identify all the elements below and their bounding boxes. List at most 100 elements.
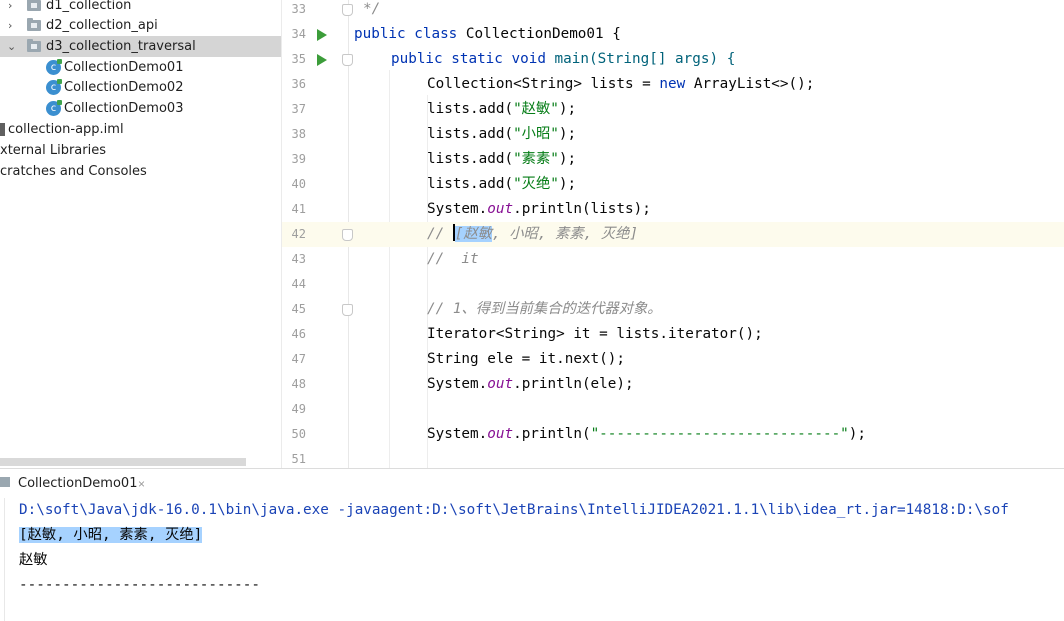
tree-item-d3-collection-traversal[interactable]: ⌄ d3_collection_traversal [0,36,281,57]
code-text: lists.add("小昭"); [427,126,577,142]
tree-item-d2-collection-api[interactable]: › d2_collection_api [0,15,281,36]
chevron-right-icon[interactable]: › [8,0,12,16]
code-text: System.out.println("--------------------… [427,426,867,442]
console-output[interactable]: D:\soft\Java\jdk-16.0.1\bin\java.exe -ja… [4,498,1064,621]
line-number: 35 [291,52,306,66]
tree-item-label: CollectionDemo03 [64,101,184,116]
tree-item-d1-collection[interactable]: › d1_collection [0,0,281,16]
folder-icon [27,18,41,31]
tree-item-label: d2_collection_api [46,18,158,33]
tree-item-label: cratches and Consoles [0,164,147,179]
line-number: 42 [291,227,306,241]
code-text: */ [363,1,381,17]
line-number: 33 [291,2,306,16]
line-number: 50 [291,427,306,441]
line-number: 40 [291,177,306,191]
tree-item-label: xternal Libraries [0,143,106,158]
line-number: 44 [291,277,306,291]
fold-marker-icon[interactable] [342,4,353,16]
code-text: lists.add("灭绝"); [427,176,577,192]
code-text: lists.add("素素"); [427,151,577,167]
code-line: 36 Collection<String> lists = new ArrayL… [282,72,1064,97]
code-text: // it [427,251,479,267]
run-icon[interactable] [317,29,327,41]
horizontal-scrollbar[interactable] [0,458,246,466]
code-text: System.out.println(lists); [427,201,651,217]
tree-item-label: CollectionDemo02 [64,80,184,95]
code-line: 50 System.out.println("-----------------… [282,422,1064,447]
java-class-icon: c [46,100,62,116]
code-line: 34 public class CollectionDemo01 { [282,22,1064,47]
tab-label: CollectionDemo01 [18,476,138,491]
code-line: 49 [282,397,1064,422]
run-console-panel: CollectionDemo01 × D:\soft\Java\jdk-16.0… [0,468,1064,621]
line-number: 43 [291,252,306,266]
code-text: // [赵敏, 小昭, 素素, 灭绝] [427,224,639,242]
code-text: public static void main(String[] args) { [391,51,736,67]
code-line: 45 // 1、得到当前集合的迭代器对象。 [282,297,1064,322]
folder-icon [27,0,41,11]
tree-item-label: d3_collection_traversal [46,39,196,54]
tree-item-label: collection-app.iml [8,122,124,137]
code-text: lists.add("赵敏"); [427,101,577,117]
project-tree: › d1_collection › d2_collection_api ⌄ d3… [0,0,281,468]
close-icon[interactable]: × [138,469,145,499]
code-line: 38 lists.add("小昭"); [282,122,1064,147]
chevron-down-icon[interactable]: ⌄ [7,36,16,57]
tree-item-label: d1_collection [46,0,132,13]
java-class-icon: c [46,59,62,75]
tree-item-external-libraries[interactable]: xternal Libraries [0,140,281,161]
fold-marker-icon[interactable] [342,229,353,241]
code-line: 43 // it [282,247,1064,272]
code-line: 41 System.out.println(lists); [282,197,1064,222]
code-text: Collection<String> lists = new ArrayList… [427,76,815,92]
fold-marker-icon[interactable] [342,304,353,316]
line-number: 48 [291,377,306,391]
code-line: 33 */ [282,0,1064,22]
code-text: System.out.println(ele); [427,376,634,392]
console-output-line: ---------------------------- [19,577,261,593]
run-icon[interactable] [317,54,327,66]
console-command-line: D:\soft\Java\jdk-16.0.1\bin\java.exe -ja… [19,502,1009,518]
code-editor[interactable]: 33 */ 34 public class CollectionDemo01 {… [281,0,1064,468]
tree-item-collectiondemo03[interactable]: c CollectionDemo03 [0,98,281,119]
tree-item-collectiondemo02[interactable]: c CollectionDemo02 [0,77,281,98]
line-number: 47 [291,352,306,366]
line-number: 46 [291,327,306,341]
line-number: 39 [291,152,306,166]
code-line: 48 System.out.println(ele); [282,372,1064,397]
java-class-icon: c [46,79,62,95]
line-number: 45 [291,302,306,316]
code-text: // 1、得到当前集合的迭代器对象。 [427,301,662,317]
line-number: 34 [291,27,306,41]
text-selection: [赵敏, 小昭, 素素, 灭绝] [19,527,203,543]
tree-item-label: CollectionDemo01 [64,60,184,75]
fold-marker-icon[interactable] [342,54,353,66]
folder-icon [27,39,41,52]
code-line-current: 42 // [赵敏, 小昭, 素素, 灭绝] [282,222,1064,247]
console-output-line: [赵敏, 小昭, 素素, 灭绝] [19,523,203,547]
code-text: public class CollectionDemo01 { [354,26,621,42]
code-line: 40 lists.add("灭绝"); [282,172,1064,197]
iml-file-icon [0,123,5,136]
run-config-icon [0,477,10,487]
code-text: String ele = it.next(); [427,351,625,367]
code-line: 47 String ele = it.next(); [282,347,1064,372]
tree-item-collectiondemo01[interactable]: c CollectionDemo01 [0,57,281,78]
line-number: 36 [291,77,306,91]
code-line: 39 lists.add("素素"); [282,147,1064,172]
line-number: 38 [291,127,306,141]
tree-item-collection-app-iml[interactable]: collection-app.iml [0,119,281,140]
console-output-line: 赵敏 [19,552,48,568]
tree-item-scratches-and-consoles[interactable]: cratches and Consoles [0,161,281,182]
code-text: Iterator<String> it = lists.iterator(); [427,326,763,342]
line-number: 41 [291,202,306,216]
text-selection: [赵敏 [454,226,493,242]
code-line: 37 lists.add("赵敏"); [282,97,1064,122]
code-line: 44 [282,272,1064,297]
code-line: 35 public static void main(String[] args… [282,47,1064,72]
chevron-right-icon[interactable]: › [8,15,12,36]
code-line: 46 Iterator<String> it = lists.iterator(… [282,322,1064,347]
tab-collectiondemo01[interactable]: CollectionDemo01 × [0,469,150,497]
line-number: 37 [291,102,306,116]
